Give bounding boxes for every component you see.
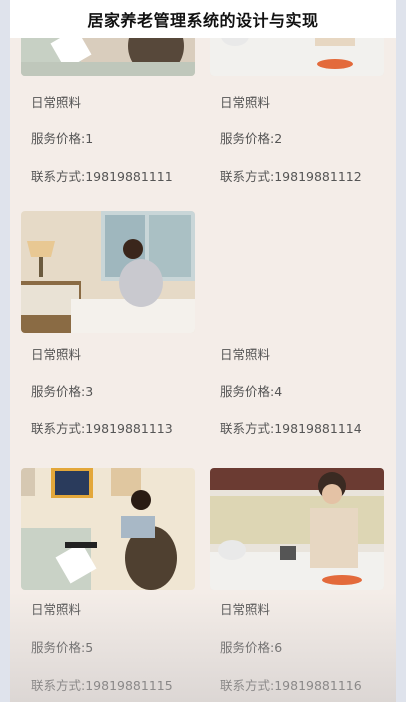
card-price: 服务价格:3 [31,384,94,399]
card-price: 服务价格:1 [31,131,94,146]
service-image-cooking[interactable] [210,468,384,590]
card-price: 服务价格:5 [31,640,94,655]
card-category: 日常照料 [31,602,82,617]
card-contact: 联系方式:19819881111 [31,169,173,184]
card-category: 日常照料 [220,347,271,362]
card-category: 日常照料 [220,95,271,110]
card-category: 日常照料 [31,95,82,110]
card-contact: 联系方式:19819881115 [31,678,173,693]
page-title: 居家养老管理系统的设计与实现 [87,11,319,30]
card-category: 日常照料 [220,602,271,617]
card-category: 日常照料 [31,347,82,362]
card-price: 服务价格:6 [220,640,283,655]
card-contact: 联系方式:19819881113 [31,421,173,436]
app-frame: 居家养老管理系统的设计与实现 日常照料 服务价格:1 联系方式:19819881… [10,0,396,702]
service-image-cleaning[interactable] [21,468,195,590]
card-contact: 联系方式:19819881116 [220,678,362,693]
card-price: 服务价格:2 [220,131,283,146]
card-contact: 联系方式:19819881112 [220,169,362,184]
card-price: 服务价格:4 [220,384,283,399]
service-image-bedmaking[interactable] [21,211,195,333]
card-contact: 联系方式:19819881114 [220,421,362,436]
app-header: 居家养老管理系统的设计与实现 [10,0,396,38]
